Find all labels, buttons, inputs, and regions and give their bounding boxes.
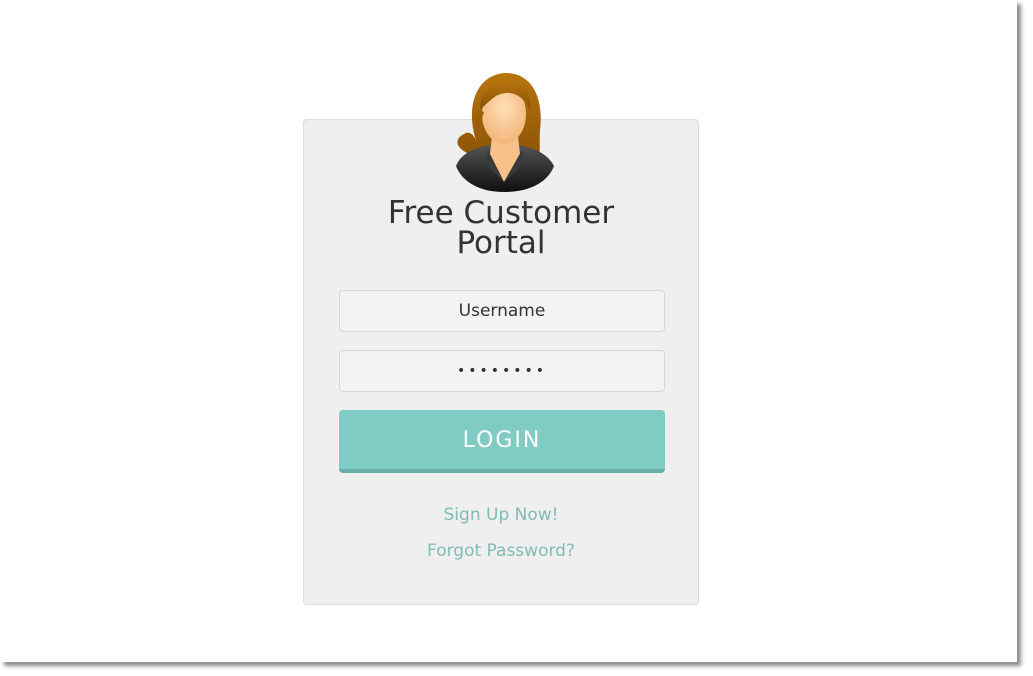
sign-up-link[interactable]: Sign Up Now!: [303, 505, 699, 525]
forgot-password-link[interactable]: Forgot Password?: [303, 541, 699, 561]
user-avatar-icon: [456, 72, 554, 192]
username-input[interactable]: [339, 290, 665, 332]
page-title: Free Customer Portal: [387, 195, 615, 261]
login-button[interactable]: LOGIN: [339, 410, 665, 473]
password-input[interactable]: [339, 350, 665, 392]
